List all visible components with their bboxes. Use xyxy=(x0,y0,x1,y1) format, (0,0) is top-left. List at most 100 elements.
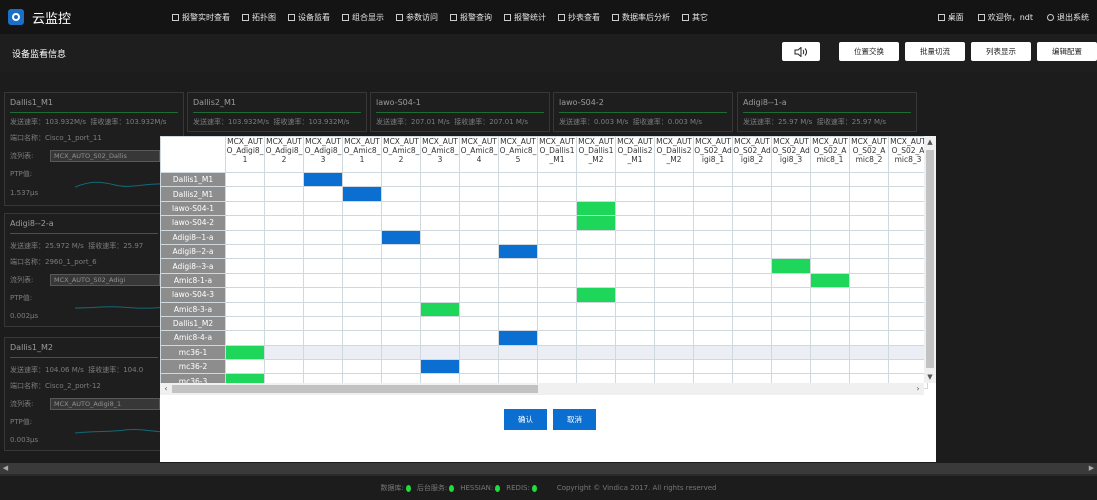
route-cell[interactable] xyxy=(264,243,304,260)
nav-item[interactable]: 参数访问 xyxy=(396,12,438,23)
route-cell[interactable] xyxy=(849,200,889,217)
swap-position-button[interactable]: 位置交换 xyxy=(839,42,899,61)
route-cell[interactable] xyxy=(771,229,811,245)
route-cell[interactable] xyxy=(615,215,655,231)
route-cell[interactable] xyxy=(810,330,850,346)
scroll-up-icon[interactable]: ▲ xyxy=(924,136,936,148)
route-cell[interactable] xyxy=(693,215,733,231)
route-cell[interactable] xyxy=(888,186,928,202)
route-cell[interactable] xyxy=(225,186,265,202)
route-cell[interactable] xyxy=(576,229,616,245)
route-cell[interactable] xyxy=(732,171,772,188)
route-cell[interactable] xyxy=(459,243,499,260)
route-cell[interactable] xyxy=(615,229,655,245)
route-cell[interactable] xyxy=(693,272,733,289)
route-cell[interactable] xyxy=(654,287,694,303)
route-cell[interactable] xyxy=(888,258,928,274)
route-cell[interactable] xyxy=(693,344,733,361)
route-cell[interactable] xyxy=(459,272,499,289)
route-cell[interactable] xyxy=(576,301,616,317)
route-cell[interactable] xyxy=(420,330,460,346)
route-cell[interactable] xyxy=(264,229,304,245)
route-cell[interactable] xyxy=(771,215,811,231)
route-cell[interactable] xyxy=(849,243,889,260)
route-cell[interactable] xyxy=(732,215,772,231)
route-cell[interactable] xyxy=(303,229,343,245)
route-cell[interactable] xyxy=(303,215,343,231)
route-cell[interactable] xyxy=(732,229,772,245)
nav-item[interactable]: 报警实时查看 xyxy=(172,12,230,23)
route-cell[interactable] xyxy=(849,215,889,231)
cancel-button[interactable]: 取消 xyxy=(553,409,596,430)
route-cell[interactable] xyxy=(654,200,694,217)
route-cell[interactable] xyxy=(615,200,655,217)
route-cell[interactable] xyxy=(342,229,382,245)
route-cell[interactable] xyxy=(810,359,850,375)
route-cell[interactable] xyxy=(615,258,655,274)
scroll-left-icon[interactable]: ◀ xyxy=(0,463,11,474)
route-cell[interactable] xyxy=(654,243,694,260)
route-cell[interactable] xyxy=(459,344,499,361)
route-cell[interactable] xyxy=(459,287,499,303)
route-cell[interactable] xyxy=(225,215,265,231)
route-cell[interactable] xyxy=(342,171,382,188)
route-cell[interactable] xyxy=(264,344,304,361)
route-cell[interactable] xyxy=(381,258,421,274)
route-cell[interactable] xyxy=(537,229,577,245)
route-cell[interactable] xyxy=(537,359,577,375)
route-cell[interactable] xyxy=(576,359,616,375)
route-cell[interactable] xyxy=(732,186,772,202)
route-cell[interactable] xyxy=(810,243,850,260)
route-cell[interactable] xyxy=(537,200,577,217)
route-cell[interactable] xyxy=(537,186,577,202)
route-cell[interactable] xyxy=(576,171,616,188)
route-cell[interactable] xyxy=(576,243,616,260)
route-cell[interactable] xyxy=(264,359,304,375)
route-cell[interactable] xyxy=(576,344,616,361)
route-cell[interactable] xyxy=(225,287,265,303)
route-cell[interactable] xyxy=(303,243,343,260)
route-cell[interactable] xyxy=(576,272,616,289)
route-cell[interactable] xyxy=(771,344,811,361)
route-cell[interactable] xyxy=(888,344,928,361)
nav-item[interactable]: 拓扑图 xyxy=(242,12,276,23)
route-cell[interactable] xyxy=(849,186,889,202)
route-cell[interactable] xyxy=(498,359,538,375)
route-cell[interactable] xyxy=(459,186,499,202)
route-cell[interactable] xyxy=(381,200,421,217)
route-cell[interactable] xyxy=(810,171,850,188)
route-cell[interactable] xyxy=(303,272,343,289)
route-cell[interactable] xyxy=(225,258,265,274)
route-cell[interactable] xyxy=(264,258,304,274)
route-cell[interactable] xyxy=(459,200,499,217)
route-cell[interactable] xyxy=(771,315,811,332)
route-cell[interactable] xyxy=(888,200,928,217)
scroll-left-icon[interactable]: ‹ xyxy=(160,383,172,395)
route-cell-green[interactable] xyxy=(576,215,616,231)
route-cell[interactable] xyxy=(537,171,577,188)
confirm-button[interactable]: 确认 xyxy=(504,409,547,430)
route-cell[interactable] xyxy=(342,200,382,217)
route-cell[interactable] xyxy=(654,330,694,346)
route-cell[interactable] xyxy=(459,315,499,332)
route-cell[interactable] xyxy=(615,344,655,361)
route-cell[interactable] xyxy=(459,171,499,188)
scroll-right-icon[interactable]: › xyxy=(912,383,924,395)
route-cell[interactable] xyxy=(537,301,577,317)
route-cell[interactable] xyxy=(849,171,889,188)
route-cell[interactable] xyxy=(498,186,538,202)
matrix-vertical-scrollbar[interactable]: ▲ ▼ xyxy=(924,136,936,383)
route-cell[interactable] xyxy=(342,330,382,346)
route-cell[interactable] xyxy=(420,186,460,202)
edit-config-button[interactable]: 编辑配置 xyxy=(1037,42,1097,61)
route-cell[interactable] xyxy=(732,200,772,217)
route-cell[interactable] xyxy=(732,330,772,346)
route-cell[interactable] xyxy=(264,200,304,217)
route-cell-blue[interactable] xyxy=(342,186,382,202)
route-cell[interactable] xyxy=(654,315,694,332)
route-cell[interactable] xyxy=(381,215,421,231)
route-cell[interactable] xyxy=(849,229,889,245)
route-cell[interactable] xyxy=(771,330,811,346)
route-cell[interactable] xyxy=(615,186,655,202)
route-cell-green[interactable] xyxy=(576,287,616,303)
